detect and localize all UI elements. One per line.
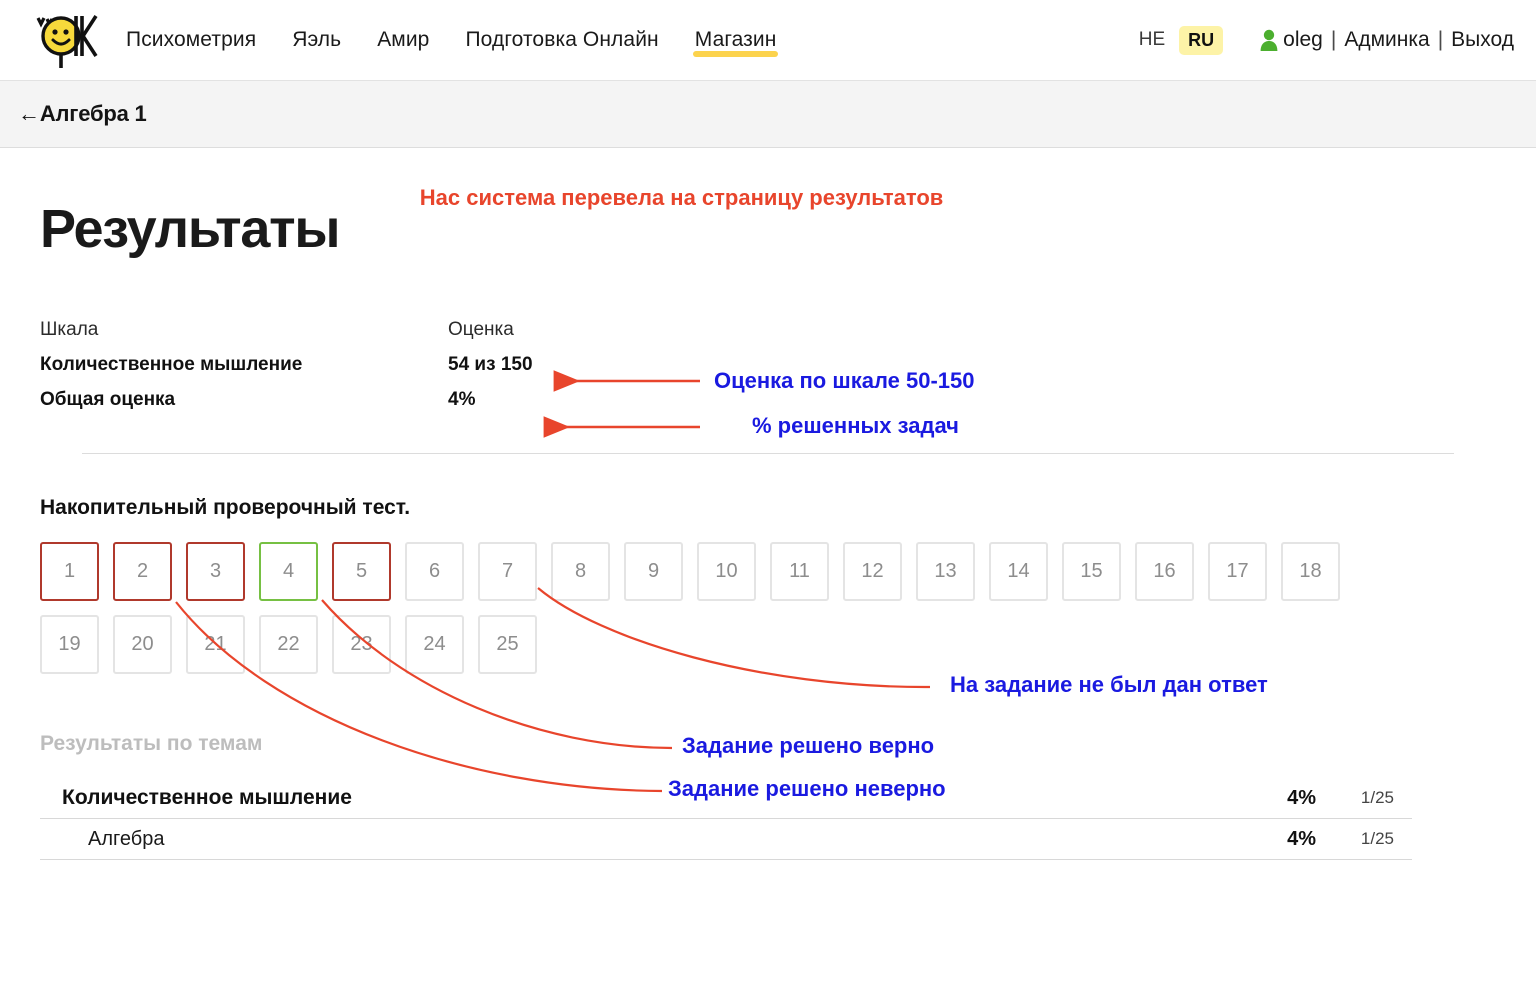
main-nav: Психометрия Яэль Амир Подготовка Онлайн … <box>126 28 779 57</box>
question-number: 17 <box>1226 560 1249 582</box>
column-header-scale: Шкала <box>40 318 99 340</box>
question-box-21[interactable]: 21 <box>186 615 245 674</box>
topic-percent: 4% <box>1287 786 1316 809</box>
separator-1: | <box>1330 28 1337 51</box>
question-box-23[interactable]: 23 <box>332 615 391 674</box>
breadcrumb-label: Алгебра 1 <box>39 101 147 126</box>
question-number: 5 <box>355 560 368 582</box>
question-box-10[interactable]: 10 <box>697 542 756 601</box>
question-box-7[interactable]: 7 <box>478 542 537 601</box>
question-number: 9 <box>647 560 660 582</box>
question-number: 4 <box>282 560 295 582</box>
annotation-page-redirect-note: Нас система перевела на страницу результ… <box>419 185 944 210</box>
top-bar-right-group: HE RU oleg | Админка | Выход <box>1139 25 1514 55</box>
question-number: 11 <box>789 560 810 582</box>
question-box-9[interactable]: 9 <box>624 542 683 601</box>
question-number: 12 <box>861 560 884 582</box>
question-box-3[interactable]: 3 <box>186 542 245 601</box>
question-box-8[interactable]: 8 <box>551 542 610 601</box>
question-box-19[interactable]: 19 <box>40 615 99 674</box>
table-row: Общая оценка 4% <box>40 382 1496 417</box>
question-box-1[interactable]: 1 <box>40 542 99 601</box>
question-number: 14 <box>1007 560 1030 582</box>
top-navigation-bar: Психометрия Яэль Амир Подготовка Онлайн … <box>0 0 1536 80</box>
topic-name: Количественное мышление <box>62 786 352 809</box>
question-number: 21 <box>204 633 227 655</box>
separator-2: | <box>1437 28 1444 51</box>
question-number: 20 <box>131 633 154 655</box>
question-number: 16 <box>1153 560 1176 582</box>
question-box-5[interactable]: 5 <box>332 542 391 601</box>
question-number: 23 <box>350 633 373 655</box>
question-number: 18 <box>1299 560 1322 582</box>
topic-percent: 4% <box>1287 827 1316 850</box>
question-number: 2 <box>136 560 149 582</box>
topic-row-algebra[interactable]: Алгебра 4% 1/25 <box>40 819 1412 860</box>
row-value-quantitative: 54 из 150 <box>448 353 533 375</box>
question-number: 13 <box>934 560 957 582</box>
question-box-15[interactable]: 15 <box>1062 542 1121 601</box>
question-box-18[interactable]: 18 <box>1281 542 1340 601</box>
question-box-16[interactable]: 16 <box>1135 542 1194 601</box>
scale-results-table: Шкала Оценка Количественное мышление 54 … <box>40 312 1496 417</box>
question-box-2[interactable]: 2 <box>113 542 172 601</box>
topic-fraction: 1/25 <box>1360 829 1394 848</box>
topic-row-quantitative[interactable]: Количественное мышление 4% 1/25 <box>40 778 1412 819</box>
question-box-12[interactable]: 12 <box>843 542 902 601</box>
breadcrumb-bar: ←Алгебра 1 <box>0 80 1536 148</box>
nav-item-yael[interactable]: Яэль <box>292 28 341 52</box>
cumulative-test-heading: Накопительный проверочный тест. <box>40 496 411 519</box>
topic-fraction: 1/25 <box>1360 788 1394 807</box>
back-arrow-icon: ← <box>18 101 40 126</box>
question-number: 1 <box>63 560 76 582</box>
question-number: 22 <box>277 633 300 655</box>
site-logo[interactable] <box>18 8 100 72</box>
question-number: 7 <box>501 560 514 582</box>
question-number: 15 <box>1080 560 1103 582</box>
nav-item-shop[interactable]: Магазин <box>692 28 779 57</box>
nav-item-online-prep[interactable]: Подготовка Онлайн <box>465 28 658 52</box>
topic-name: Алгебра <box>88 827 165 850</box>
question-number: 24 <box>423 633 446 655</box>
question-box-11[interactable]: 11 <box>770 542 829 601</box>
question-number: 25 <box>496 633 519 655</box>
question-number: 8 <box>574 560 587 582</box>
admin-link[interactable]: Админка <box>1344 28 1429 52</box>
language-switch-he[interactable]: HE <box>1139 29 1165 51</box>
question-box-6[interactable]: 6 <box>405 542 464 601</box>
question-number: 3 <box>209 560 222 582</box>
nav-item-psychometry[interactable]: Психометрия <box>126 28 256 52</box>
topics-section-title: Результаты по темам <box>40 732 263 755</box>
row-value-overall: 4% <box>448 388 476 410</box>
row-label-overall: Общая оценка <box>40 388 176 410</box>
table-header-row: Шкала Оценка <box>40 312 1496 347</box>
question-box-24[interactable]: 24 <box>405 615 464 674</box>
section-divider <box>82 453 1454 454</box>
topics-results-list: Количественное мышление 4% 1/25 Алгебра … <box>40 778 1412 860</box>
breadcrumb-back-link[interactable]: ←Алгебра 1 <box>18 101 147 127</box>
page-title: Результаты <box>40 199 341 259</box>
question-box-4[interactable]: 4 <box>259 542 318 601</box>
question-box-17[interactable]: 17 <box>1208 542 1267 601</box>
nav-item-amir[interactable]: Амир <box>377 28 429 52</box>
question-box-14[interactable]: 14 <box>989 542 1048 601</box>
question-box-25[interactable]: 25 <box>478 615 537 674</box>
language-switch-ru[interactable]: RU <box>1179 25 1224 55</box>
row-label-quantitative: Количественное мышление <box>40 353 303 375</box>
question-box-13[interactable]: 13 <box>916 542 975 601</box>
question-number-grid: 1 2 3 4 5 6 7 8 9 10 11 12 13 14 15 16 17 18 19 20 21 22 23 24 2… <box>40 542 1360 674</box>
user-avatar-icon <box>1259 28 1279 52</box>
question-number: 6 <box>428 560 441 582</box>
question-box-22[interactable]: 22 <box>259 615 318 674</box>
logout-link[interactable]: Выход <box>1451 28 1514 52</box>
main-content: Результаты Нас система перевела на стран… <box>0 148 1536 860</box>
question-box-20[interactable]: 20 <box>113 615 172 674</box>
question-number: 19 <box>58 633 81 655</box>
table-row: Количественное мышление 54 из 150 <box>40 347 1496 382</box>
question-number: 10 <box>715 560 738 582</box>
column-header-score: Оценка <box>448 318 514 340</box>
user-name-label: oleg <box>1283 28 1323 51</box>
